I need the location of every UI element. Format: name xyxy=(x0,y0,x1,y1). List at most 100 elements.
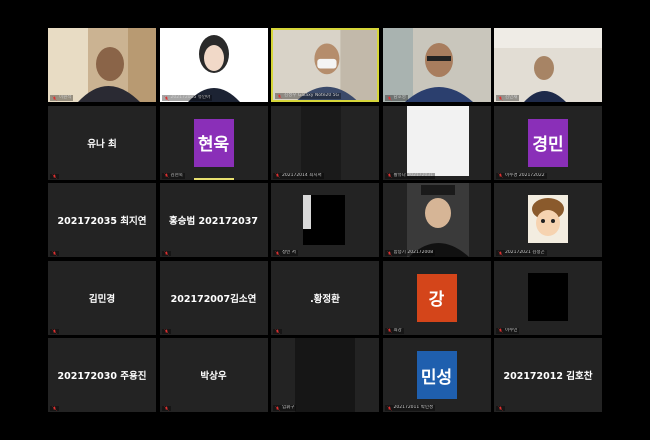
participant-label: 김성우 Galaxy Note20 5G xyxy=(275,93,342,99)
mic-muted-icon xyxy=(498,95,503,101)
participant-label xyxy=(496,406,505,411)
participant-tile[interactable]: 황유나 202172031 xyxy=(382,105,491,180)
participant-name: 임휘구 xyxy=(282,405,295,410)
participant-name: 이원석 xyxy=(59,95,72,100)
participant-tile[interactable]: 홍승범 202172037 xyxy=(159,183,268,257)
participant-display-name: 202172030 주용진 xyxy=(57,371,147,382)
participant-video-highlight xyxy=(303,195,311,229)
participant-label xyxy=(50,328,59,334)
participant-name: 정빈 서 xyxy=(282,250,296,255)
participant-tile[interactable]: 경민 이수경 202172022 xyxy=(494,105,602,180)
mic-muted-icon xyxy=(52,95,57,101)
participant-avatar: 민성 xyxy=(416,351,457,399)
participant-tile[interactable]: 김민재 xyxy=(494,28,602,102)
participant-label: 김현욱 xyxy=(161,172,185,179)
participant-name: 이수민 xyxy=(505,327,518,333)
participant-tile[interactable]: 202172012 김호찬 xyxy=(494,338,602,412)
participant-tile[interactable]: 202172005 유인아 xyxy=(159,28,268,102)
participant-avatar: 현욱 xyxy=(193,118,234,167)
participant-name: 김현욱 xyxy=(170,172,183,178)
participant-name: 이수경 202172022 xyxy=(505,172,545,178)
participant-tile-active-speaker[interactable]: 김성우 Galaxy Note20 5G xyxy=(271,28,379,102)
participant-name: 함승기 202172008 xyxy=(393,250,434,255)
participant-tile[interactable]: .황정환 xyxy=(271,260,379,335)
mic-muted-icon xyxy=(498,173,503,178)
participant-tile[interactable]: 정빈 서 xyxy=(271,183,379,257)
participant-tile[interactable]: 남호영 xyxy=(382,28,491,102)
participant-tile[interactable]: 현욱 김현욱 xyxy=(159,105,268,180)
participant-tile[interactable]: 임휘구 xyxy=(271,338,379,412)
speaking-indicator xyxy=(193,177,234,180)
participant-video xyxy=(301,105,341,180)
participant-display-name: 유나 최 xyxy=(87,138,117,150)
participant-tile[interactable]: 강 최강 xyxy=(382,260,491,335)
participant-video xyxy=(382,183,491,257)
participant-label: 202172014 최지서 xyxy=(273,172,324,179)
participant-video xyxy=(159,28,268,102)
participant-label xyxy=(50,251,59,256)
mic-muted-icon xyxy=(386,173,392,178)
participant-name: 202172011 박민성 xyxy=(393,405,434,410)
mic-muted-icon xyxy=(163,251,169,256)
mic-muted-icon xyxy=(498,328,503,333)
participant-label: 정빈 서 xyxy=(273,250,298,256)
participant-label xyxy=(50,406,59,411)
participant-display-name: 202172007김소연 xyxy=(170,293,257,305)
participant-label: 최강 xyxy=(384,327,404,334)
participant-label: 함승기 202172008 xyxy=(384,250,436,256)
mic-muted-icon xyxy=(163,95,169,101)
participant-name: 김성우 Galaxy Note20 5G xyxy=(284,93,340,98)
mic-muted-icon xyxy=(52,251,57,256)
participant-tile[interactable]: 김민경 xyxy=(48,260,156,335)
participant-tile[interactable]: 202172021 김정곤 xyxy=(494,183,602,257)
participant-display-name: 202172012 김호찬 xyxy=(503,371,593,382)
participant-avatar: 경민 xyxy=(528,118,568,167)
mic-muted-icon xyxy=(498,406,503,411)
participant-display-name: .황정환 xyxy=(310,293,340,305)
mic-muted-icon xyxy=(163,328,169,334)
participant-name: 최강 xyxy=(393,327,402,333)
mic-muted-icon xyxy=(386,250,392,256)
mic-muted-icon xyxy=(163,173,169,178)
mic-muted-icon xyxy=(163,406,169,411)
participant-display-name: 박상우 xyxy=(200,371,227,382)
participant-tile[interactable]: 함승기 202172008 xyxy=(382,183,491,257)
mic-muted-icon xyxy=(277,93,282,99)
participant-label: 202172021 김정곤 xyxy=(496,250,547,256)
participant-tile[interactable]: 202172030 주용진 xyxy=(48,338,156,412)
participant-name: 202172014 최지서 xyxy=(282,172,322,178)
participant-tile[interactable]: 유나 최 xyxy=(48,105,156,180)
participant-name: 202172021 김정곤 xyxy=(505,250,545,255)
participant-label: 이수민 xyxy=(496,327,520,334)
video-grid: 이원석 202172005 유인아 김성우 Galaxy Note20 5G 남… xyxy=(48,28,602,412)
mic-muted-icon xyxy=(498,250,503,256)
participant-tile[interactable]: 202172014 최지서 xyxy=(271,105,379,180)
participant-tile[interactable]: 박상우 xyxy=(159,338,268,412)
participant-video xyxy=(273,30,377,100)
mic-muted-icon xyxy=(386,328,392,333)
participant-video xyxy=(528,272,568,321)
participant-avatar-image xyxy=(494,183,602,257)
participant-video xyxy=(295,338,355,412)
participant-label xyxy=(161,251,171,256)
participant-video xyxy=(48,28,156,102)
participant-label: 김민재 xyxy=(496,95,520,101)
participant-label: 202172005 유인아 xyxy=(161,95,213,101)
participant-label xyxy=(50,173,59,179)
participant-label: 이원석 xyxy=(50,95,74,101)
participant-display-name: 김민경 xyxy=(88,293,116,305)
participant-tile[interactable]: 이원석 xyxy=(48,28,156,102)
participant-tile[interactable]: 이수민 xyxy=(494,260,602,335)
participant-tile[interactable]: 202172035 최지연 xyxy=(48,183,156,257)
mic-muted-icon xyxy=(52,173,57,179)
participant-tile[interactable]: 민성 202172011 박민성 xyxy=(382,338,491,412)
participant-avatar: 강 xyxy=(416,273,457,322)
participant-display-name: 202172035 최지연 xyxy=(57,216,147,227)
mic-muted-icon xyxy=(275,405,280,411)
participant-label xyxy=(161,328,171,334)
participant-label: 202172011 박민성 xyxy=(384,405,436,411)
participant-display-name: 홍승범 202172037 xyxy=(168,216,259,227)
participant-label: 임휘구 xyxy=(273,405,297,411)
mic-muted-icon xyxy=(275,173,280,178)
participant-tile[interactable]: 202172007김소연 xyxy=(159,260,268,335)
